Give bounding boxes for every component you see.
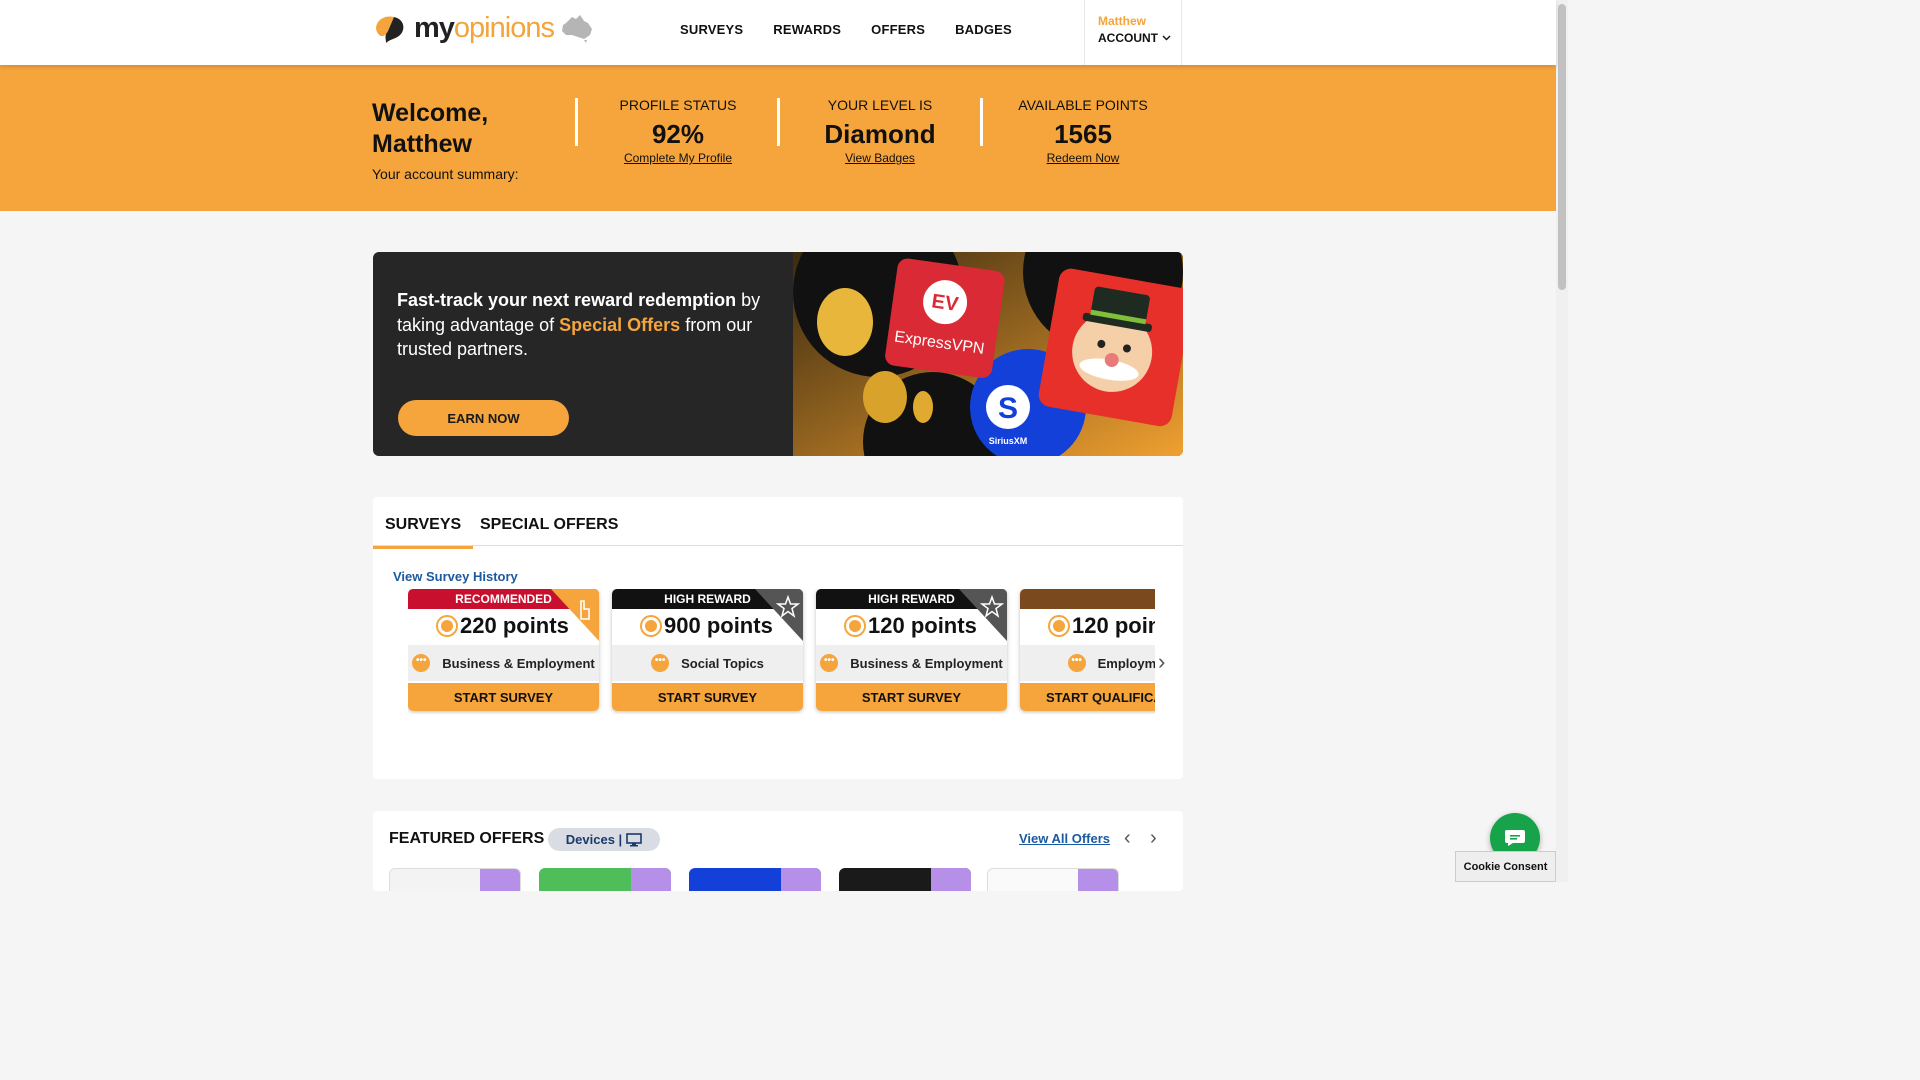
account-summary-label: Your account summary: [372,166,519,182]
stat-title: YOUR LEVEL IS [827,97,933,113]
card-category: •••Employme [1020,645,1155,681]
carousel-next-arrow-icon[interactable]: › [1158,649,1165,675]
nav-rewards[interactable]: REWARDS [773,22,841,37]
stat-value: 92% [651,119,705,149]
card-badge [1020,589,1155,609]
stat-value: Diamond [824,119,936,149]
start-survey-button[interactable]: START SURVEY [408,683,599,711]
gold-coin-icon [817,288,873,356]
gold-coin-icon [863,371,907,423]
svg-text:S: S [998,392,1018,425]
survey-card: RECOMMENDED 220 points ••• Business & Emp… [408,589,599,711]
welcome-heading: Welcome, Matthew [372,99,489,158]
nav-badges[interactable]: BADGES [955,22,1012,37]
scrollbar-thumb[interactable] [1558,4,1566,290]
stat-title: PROFILE STATUS [619,97,737,113]
cookie-consent-button[interactable]: Cookie Consent [1455,851,1556,882]
gold-coin-icon [913,391,933,423]
offer-card[interactable] [689,868,821,891]
points-coin-icon [436,615,458,637]
devices-filter-pill[interactable]: Devices | [548,828,660,851]
profile-status-stat: PROFILE STATUS 92% Complete My Profile [578,97,778,165]
tab-special-offers[interactable]: SPECIAL OFFERS [480,516,618,534]
special-offers-promo-banner: Fast-track your next reward redemption b… [373,252,1183,456]
card-category: ••• Social Topics [612,645,803,681]
account-summary-band: Welcome, Matthew Your account summary: P… [0,65,1556,211]
surveys-tab-bar: SURVEYS SPECIAL OFFERS [373,497,1183,549]
page-scrollbar[interactable] [1556,0,1568,882]
surveys-panel: SURVEYS SPECIAL OFFERS View Survey Histo… [373,497,1183,779]
level-stat: YOUR LEVEL IS Diamond View Badges [780,97,980,165]
chat-bubble-icon [1505,830,1525,846]
logo-mark-icon [376,16,404,43]
start-qualification-button[interactable]: START QUALIFICA [1020,683,1155,711]
chat-dots-icon: ••• [1067,654,1086,672]
view-survey-history-link[interactable]: View Survey History [393,569,518,584]
account-label-row: ACCOUNT [1098,31,1181,45]
promo-artwork: EV ExpressVPN S SiriusXM [793,252,1183,456]
view-badges-link[interactable]: View Badges [780,151,980,165]
chat-dots-icon: ••• [412,654,431,672]
offer-card[interactable] [389,868,521,891]
stat-title: AVAILABLE POINTS [1018,97,1148,113]
redeem-now-link[interactable]: Redeem Now [983,151,1183,165]
card-points: 900 points [640,613,773,639]
offer-card[interactable] [987,868,1119,891]
start-survey-button[interactable]: START SURVEY [816,683,1007,711]
chat-dots-icon: ••• [820,654,839,672]
nav-offers[interactable]: OFFERS [871,22,925,37]
main-nav: SURVEYS REWARDS OFFERS BADGES [680,22,1042,37]
logo-text: myopinions [414,12,555,44]
points-coin-icon [844,615,866,637]
featured-offers-section: FEATURED OFFERS Devices | View All Offer… [373,811,1183,891]
nav-surveys[interactable]: SURVEYS [680,22,743,37]
svg-text:EV: EV [930,290,960,316]
survey-card: HIGH REWARD 120 points ••• Business & Emp… [816,589,1007,711]
tab-surveys[interactable]: SURVEYS [373,516,474,549]
card-category: ••• Business & Employment [408,645,599,681]
account-label: ACCOUNT [1098,31,1158,45]
promo-message: Fast-track your next reward redemption b… [397,290,761,359]
svg-text:SiriusXM: SiriusXM [989,436,1028,446]
start-survey-button[interactable]: START SURVEY [612,683,803,711]
survey-card: 120 points •••Employme START QUALIFICA [1020,589,1155,711]
card-points: 120 points [844,613,977,639]
australia-map-icon [561,15,592,43]
survey-card-carousel: RECOMMENDED 220 points ••• Business & Emp… [408,589,1155,714]
chat-dots-icon: ••• [651,654,670,672]
top-navigation-bar: myopinions SURVEYS REWARDS OFFERS BADGES… [0,0,1556,65]
account-name: Matthew [1098,14,1146,28]
points-coin-icon [1048,615,1070,637]
card-points: 220 points [436,613,569,639]
offer-card[interactable] [839,868,971,891]
welcome-block: Welcome, Matthew Your account summary: [372,98,572,182]
featured-offers-title: FEATURED OFFERS [389,830,545,847]
card-points: 120 points [1048,613,1155,639]
complete-profile-link[interactable]: Complete My Profile [578,151,778,165]
chevron-left-icon[interactable]: ‹ [1124,827,1131,850]
points-stat: AVAILABLE POINTS 1565 Redeem Now [983,97,1183,165]
view-all-offers-link[interactable]: View All Offers [1019,831,1110,846]
points-coin-icon [640,615,662,637]
chevron-right-icon[interactable]: › [1150,827,1157,850]
account-menu[interactable]: Matthew ACCOUNT [1084,0,1182,65]
earn-now-button[interactable]: EARN NOW [398,400,569,436]
chevron-down-icon [1162,35,1171,41]
card-category: ••• Business & Employment [816,645,1007,681]
stat-value: 1565 [1054,119,1112,149]
myopinions-logo[interactable]: myopinions [372,10,594,46]
devices-label: Devices | [565,832,623,847]
survey-card: HIGH REWARD 900 points ••• Social Topics … [612,589,803,711]
monitor-icon [626,832,643,846]
offer-card[interactable] [539,868,671,891]
